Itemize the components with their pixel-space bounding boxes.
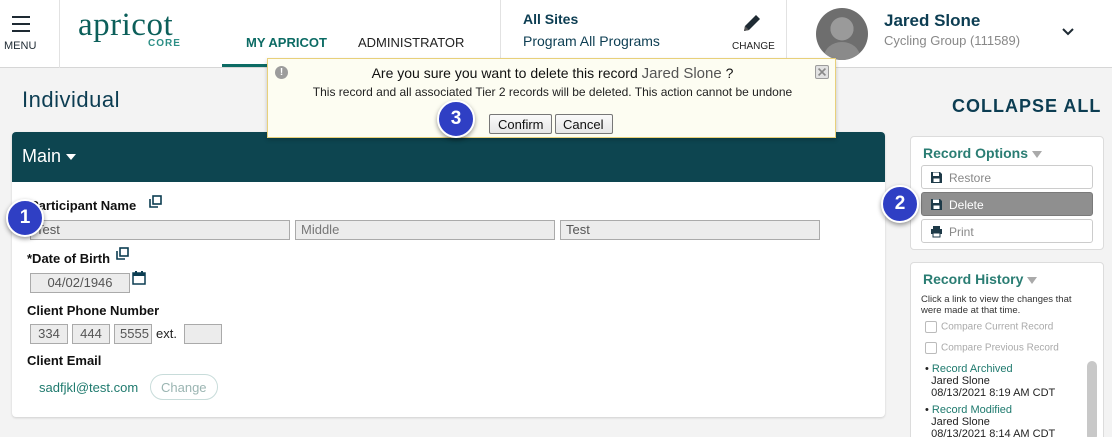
- restore-label: Restore: [949, 171, 992, 185]
- date-of-birth-input[interactable]: 04/02/1946: [30, 273, 130, 293]
- delete-label: Delete: [949, 198, 984, 212]
- dialog-record-name: Jared Slone: [641, 65, 722, 82]
- first-name-input[interactable]: Test: [30, 220, 290, 240]
- email-change-button[interactable]: Change: [150, 374, 218, 400]
- popout-icon[interactable]: [149, 195, 162, 208]
- main-panel: Main Participant Name Test Middle Test *…: [12, 132, 885, 417]
- confirm-button[interactable]: Confirm: [489, 114, 552, 134]
- record-history-title[interactable]: Record History: [923, 271, 1038, 287]
- print-button[interactable]: Print: [921, 219, 1093, 243]
- checkbox-box: [925, 321, 937, 333]
- phone-area-input[interactable]: 334: [30, 324, 68, 344]
- site-title: All Sites: [523, 11, 579, 27]
- callout-badge-2: 2: [881, 185, 919, 223]
- page-title: Individual: [22, 87, 120, 112]
- save-icon: [931, 199, 942, 210]
- compare-previous-label: Compare Previous Record: [941, 342, 1059, 354]
- chevron-down-icon[interactable]: [1060, 24, 1076, 40]
- restore-button[interactable]: Restore: [921, 165, 1093, 189]
- menu-label: MENU: [4, 40, 37, 52]
- checkbox-box: [925, 342, 937, 354]
- tab-my-apricot[interactable]: MY APRICOT: [246, 35, 327, 50]
- phone-prefix-input[interactable]: 444: [72, 324, 110, 344]
- user-group: Cycling Group (111589): [884, 33, 1021, 48]
- record-history-title-text: Record History: [923, 271, 1024, 287]
- history-entry-link[interactable]: Record Archived: [932, 363, 1013, 375]
- dialog-body: This record and all associated Tier 2 re…: [312, 85, 793, 99]
- main-panel-title[interactable]: Main: [22, 146, 77, 167]
- compare-current-checkbox[interactable]: Compare Current Record: [925, 321, 1053, 333]
- middle-name-input[interactable]: Middle: [295, 220, 555, 240]
- last-name-input[interactable]: Test: [560, 220, 820, 240]
- record-history-panel: Record History Click a link to view the …: [910, 262, 1104, 437]
- date-of-birth-label: *Date of Birth: [27, 251, 111, 266]
- calendar-icon[interactable]: [132, 271, 146, 285]
- delete-button[interactable]: Delete: [921, 192, 1093, 216]
- compare-previous-checkbox[interactable]: Compare Previous Record: [925, 342, 1059, 354]
- cancel-label: Cancel: [563, 117, 604, 132]
- record-options-title[interactable]: Record Options: [923, 145, 1043, 161]
- history-scrollbar[interactable]: [1087, 361, 1097, 437]
- logo-sub: CORE: [148, 38, 181, 49]
- print-icon: [931, 226, 942, 238]
- popout-icon[interactable]: [116, 247, 129, 260]
- history-entry: • Record Modified Jared Slone 08/13/2021…: [925, 404, 1055, 437]
- close-icon[interactable]: [815, 65, 829, 79]
- caret-down-icon: [66, 154, 77, 161]
- user-name[interactable]: Jared Slone: [884, 11, 980, 31]
- main-panel-title-text: Main: [22, 146, 62, 166]
- tab-administrator[interactable]: ADMINISTRATOR: [358, 35, 464, 50]
- confirm-label: Confirm: [498, 117, 544, 132]
- history-entry-user: Jared Slone: [931, 416, 990, 428]
- callout-badge-3: 3: [437, 100, 475, 138]
- history-entry-time: 08/13/2021 8:19 AM CDT: [931, 387, 1056, 399]
- pencil-icon[interactable]: [741, 12, 763, 34]
- compare-current-label: Compare Current Record: [941, 321, 1054, 333]
- client-email-value: sadfjkl@test.com: [39, 380, 139, 395]
- caret-down-icon: [1027, 276, 1038, 284]
- record-history-help: Click a link to view the changes that we…: [921, 294, 1072, 316]
- print-label: Print: [949, 225, 974, 239]
- apricot-logo[interactable]: apricot CORE: [78, 7, 180, 49]
- callout-badge-1: 1: [6, 199, 44, 237]
- phone-ext-label: ext.: [156, 326, 177, 341]
- menu-button[interactable]: MENU: [0, 0, 60, 68]
- dialog-title-suffix: ?: [725, 65, 734, 81]
- record-options-title-text: Record Options: [923, 145, 1029, 161]
- change-label[interactable]: CHANGE: [732, 41, 775, 52]
- history-entry-time: 08/13/2021 8:14 AM CDT: [931, 428, 1056, 437]
- cancel-button[interactable]: Cancel: [555, 114, 613, 134]
- record-options-panel: Record Options Restore Delete Print: [910, 136, 1104, 250]
- save-icon: [931, 172, 942, 183]
- dialog-title-prefix: Are you sure you want to delete this rec…: [371, 65, 638, 81]
- history-entry: • Record Archived Jared Slone 08/13/2021…: [925, 363, 1056, 399]
- collapse-all-button[interactable]: COLLAPSE ALL: [952, 96, 1101, 117]
- phone-ext-input[interactable]: [184, 324, 222, 344]
- delete-confirm-dialog: ! Are you sure you want to delete this r…: [267, 58, 836, 138]
- caret-down-icon: [1032, 150, 1043, 158]
- client-phone-label: Client Phone Number: [27, 303, 160, 318]
- history-entry-link[interactable]: Record Modified: [932, 404, 1012, 416]
- site-program: Program All Programs: [523, 33, 660, 49]
- phone-line-input[interactable]: 5555: [114, 324, 152, 344]
- history-entry-user: Jared Slone: [931, 375, 990, 387]
- logo-text: apricot: [78, 7, 174, 43]
- client-email-label: Client Email: [27, 353, 102, 368]
- dialog-title: Are you sure you want to delete this rec…: [268, 65, 837, 82]
- avatar[interactable]: [816, 8, 868, 60]
- main-panel-header[interactable]: Main: [12, 132, 885, 182]
- hamburger-icon: [12, 16, 30, 37]
- participant-name-label: Participant Name: [30, 198, 137, 213]
